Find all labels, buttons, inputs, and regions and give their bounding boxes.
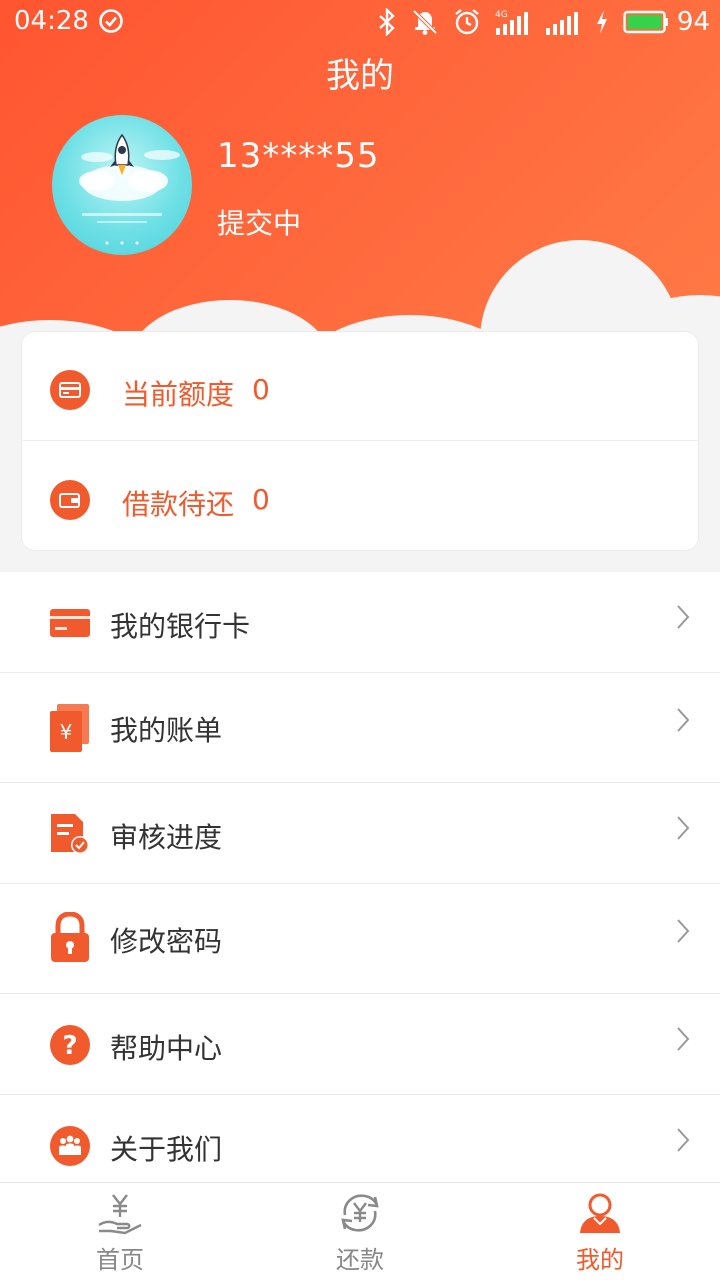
credit-limit-row[interactable]: 当前额度 0 (22, 332, 698, 441)
menu-item-bills[interactable]: ¥ 我的账单 (0, 673, 720, 783)
menu-item-about-us[interactable]: 关于我们 (0, 1095, 720, 1183)
credit-card-icon (50, 370, 90, 410)
menu-item-help-center[interactable]: ? 帮助中心 (0, 994, 720, 1095)
rocket-avatar-image (79, 133, 180, 245)
nav-label: 我的 (576, 1246, 624, 1274)
mute-notification-icon (412, 9, 438, 35)
application-status: 提交中 (217, 207, 302, 240)
profile-header: 04:28 4G 94 我的 13****55 提交中 (0, 0, 720, 365)
menu-item-label: 我的账单 (110, 714, 223, 747)
menu-item-label: 关于我们 (110, 1133, 223, 1166)
status-bar: 04:28 4G 94 (0, 0, 720, 44)
nav-item-repay[interactable]: 还款 (240, 1183, 480, 1280)
bottom-nav: 首页 还款 我的 (0, 1182, 720, 1280)
svg-text:4G: 4G (495, 10, 508, 20)
home-yuan-hand-icon (98, 1194, 142, 1235)
menu-item-label: 修改密码 (110, 925, 223, 958)
repay-cycle-icon (341, 1194, 379, 1232)
status-time: 04:28 (14, 6, 89, 36)
svg-text:?: ? (62, 1031, 77, 1061)
battery-percent: 94 (676, 7, 710, 37)
battery-icon (623, 10, 668, 34)
lock-icon (48, 912, 92, 964)
loan-due-row[interactable]: 借款待还 0 (22, 442, 698, 551)
bank-card-icon (48, 600, 92, 646)
menu-item-bank-card[interactable]: 我的银行卡 (0, 572, 720, 673)
profile-icon (580, 1193, 620, 1233)
chevron-right-icon (677, 1128, 690, 1152)
signal-4g-icon: 4G (495, 10, 528, 35)
avatar[interactable] (52, 115, 192, 255)
wallet-icon (50, 480, 90, 520)
user-phone: 13****55 (217, 136, 380, 176)
credit-limit-value: 0 (252, 373, 270, 406)
loan-due-label: 借款待还 (122, 488, 235, 521)
nav-item-profile[interactable]: 我的 (480, 1183, 720, 1280)
menu-item-change-password[interactable]: 修改密码 (0, 884, 720, 994)
chevron-right-icon (677, 816, 690, 840)
bluetooth-icon (379, 8, 395, 36)
signal-icon (545, 12, 578, 35)
menu-list: 我的银行卡 ¥ 我的账单 审核进度 修改密码 ? 帮助中心 关于我们 (0, 572, 720, 1183)
chevron-right-icon (677, 708, 690, 732)
menu-item-label: 审核进度 (110, 821, 223, 854)
bill-icon: ¥ (48, 703, 92, 753)
check-circle-icon (99, 9, 123, 33)
menu-item-label: 帮助中心 (110, 1032, 223, 1065)
page-title: 我的 (326, 56, 394, 96)
summary-card: 当前额度 0 借款待还 0 (21, 331, 699, 551)
menu-item-label: 我的银行卡 (110, 610, 251, 643)
menu-item-review-progress[interactable]: 审核进度 (0, 783, 720, 884)
alarm-icon (455, 9, 479, 35)
charging-bolt-icon (596, 10, 607, 34)
chevron-right-icon (677, 1027, 690, 1051)
nav-label: 还款 (336, 1246, 384, 1274)
about-us-icon (48, 1123, 92, 1169)
review-progress-icon (48, 811, 92, 857)
credit-limit-label: 当前额度 (122, 378, 235, 411)
help-icon: ? (48, 1022, 92, 1068)
chevron-right-icon (677, 605, 690, 629)
loan-due-value: 0 (252, 483, 270, 516)
nav-item-home[interactable]: 首页 (0, 1183, 240, 1280)
nav-label: 首页 (96, 1246, 144, 1274)
svg-text:¥: ¥ (60, 720, 73, 744)
chevron-right-icon (677, 919, 690, 943)
